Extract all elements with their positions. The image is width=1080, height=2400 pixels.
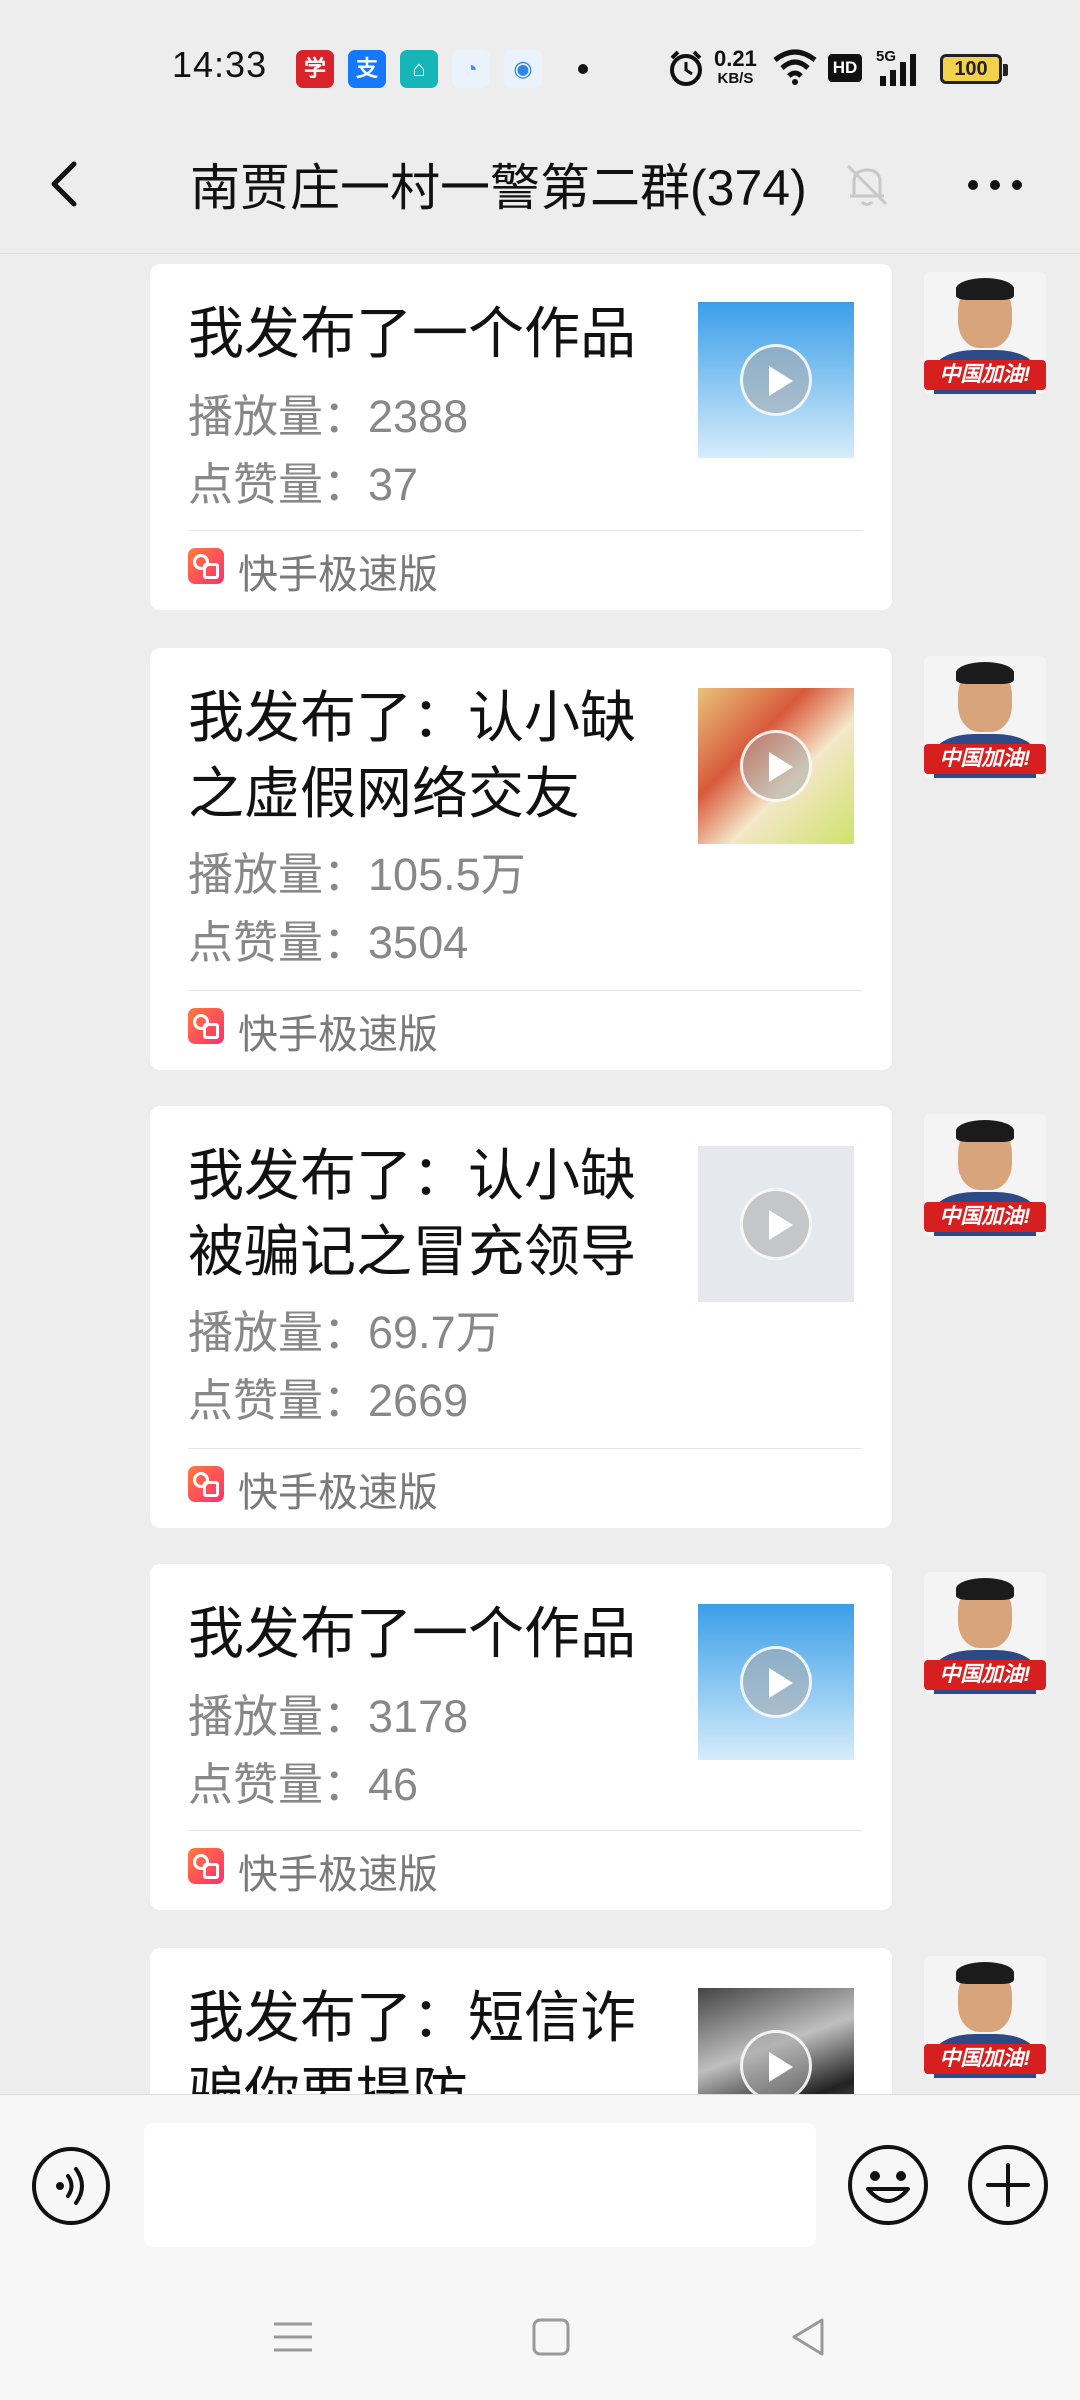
play-icon — [740, 730, 812, 802]
avatar-banner: 中国加油! — [924, 1202, 1046, 1232]
signal-icon — [880, 54, 916, 86]
views-label: 播放量： — [188, 1307, 369, 1358]
plus-button[interactable] — [966, 2143, 1050, 2227]
input-bar — [0, 2094, 1080, 2276]
likes-label: 点赞量： — [188, 1375, 369, 1426]
avatar[interactable]: 中国加油! — [924, 1114, 1046, 1236]
views-stat: 播放量：69.7万 — [188, 1296, 501, 1361]
xuexi-app-icon: 学 — [296, 50, 334, 88]
views-value: 69.7万 — [368, 1307, 501, 1358]
avatar-banner: 中国加油! — [924, 744, 1046, 774]
source-label: 快手极速版 — [238, 1853, 438, 1897]
views-stat: 播放量：2388 — [188, 380, 468, 445]
share-card[interactable]: 我发布了：认小缺被骗记之冒充领导 播放量：69.7万 点赞量：2669 快手极速… — [150, 1106, 892, 1528]
menu-nav-icon[interactable] — [268, 2312, 318, 2362]
views-value: 2388 — [368, 391, 469, 442]
views-value: 3178 — [368, 1691, 469, 1742]
share-card[interactable]: 我发布了一个作品 播放量：2388 点赞量：37 快手极速版 — [150, 264, 892, 610]
alarm-icon — [670, 50, 702, 86]
video-thumbnail[interactable] — [698, 688, 854, 844]
hd-badge: HD — [828, 54, 862, 82]
source-label: 快手极速版 — [238, 1471, 438, 1515]
views-stat: 播放量：105.5万 — [188, 838, 526, 903]
share-card[interactable]: 我发布了一个作品 播放量：3178 点赞量：46 快手极速版 — [150, 1564, 892, 1910]
card-divider — [188, 990, 862, 991]
likes-value: 2669 — [368, 1375, 469, 1426]
status-bar: 14:33 学 支 ⌂ ◔ ◉ 0.21 KB/S HD 5G 100 — [0, 0, 1080, 120]
status-time: 14:33 — [172, 44, 268, 85]
circle-app-icon: ◉ — [504, 50, 542, 88]
likes-stat: 点赞量：2669 — [188, 1364, 468, 1429]
share-card[interactable]: 我发布了：认小缺之虚假网络交友 播放量：105.5万 点赞量：3504 快手极速… — [150, 648, 892, 1070]
views-label: 播放量： — [188, 1691, 369, 1742]
kuaishou-icon — [188, 548, 224, 584]
notification-dot-icon — [578, 64, 588, 74]
back-button[interactable] — [36, 154, 96, 214]
avatar-banner: 中国加油! — [924, 2044, 1046, 2074]
card-divider — [188, 1448, 862, 1449]
net-speed: 0.21 KB/S — [714, 46, 757, 88]
likes-stat: 点赞量：37 — [188, 448, 418, 513]
video-thumbnail[interactable] — [698, 302, 854, 458]
play-icon — [740, 344, 812, 416]
views-label: 播放量： — [188, 391, 369, 442]
kuaishou-icon — [188, 1008, 224, 1044]
card-title: 我发布了一个作品 — [188, 302, 636, 365]
share-card[interactable]: 我发布了：短信诈骗你要提防 — [150, 1948, 892, 2095]
kuaishou-icon — [188, 1848, 224, 1884]
emoji-button[interactable] — [846, 2143, 930, 2227]
chat-header: 南贾庄一村一警第二群(374) — [0, 120, 1080, 254]
likes-stat: 点赞量：46 — [188, 1748, 418, 1813]
card-title: 我发布了：认小缺被骗记之冒充领导 — [188, 1144, 636, 1283]
likes-value: 46 — [368, 1759, 419, 1810]
avatar[interactable]: 中国加油! — [924, 1572, 1046, 1694]
avatar-banner: 中国加油! — [924, 1660, 1046, 1690]
card-divider — [188, 530, 862, 531]
chat-title: 南贾庄一村一警第二群(374) — [190, 160, 807, 216]
net-speed-unit: KB/S — [717, 70, 754, 87]
video-thumbnail[interactable] — [698, 1988, 854, 2095]
likes-label: 点赞量： — [188, 917, 369, 968]
chat-message-list[interactable]: 我发布了一个作品 播放量：2388 点赞量：37 快手极速版 中国加油! 我发布… — [0, 255, 1080, 2095]
voice-button[interactable] — [30, 2145, 112, 2227]
source-label: 快手极速版 — [238, 553, 438, 597]
avatar[interactable]: 中国加油! — [924, 656, 1046, 778]
mute-bell-icon — [846, 164, 888, 206]
home-nav-icon[interactable] — [526, 2312, 576, 2362]
views-value: 105.5万 — [368, 849, 526, 900]
system-nav-bar — [0, 2276, 1080, 2400]
likes-label: 点赞量： — [188, 459, 369, 510]
video-thumbnail[interactable] — [698, 1146, 854, 1302]
video-thumbnail[interactable] — [698, 1604, 854, 1760]
card-title: 我发布了：短信诈骗你要提防 — [188, 1986, 636, 2095]
wifi-icon — [773, 49, 817, 85]
battery-icon: 100 — [940, 54, 1008, 84]
play-icon — [740, 1188, 812, 1260]
views-label: 播放量： — [188, 849, 369, 900]
play-icon — [740, 1646, 812, 1718]
source-label: 快手极速版 — [238, 1013, 438, 1057]
likes-label: 点赞量： — [188, 1759, 369, 1810]
play-icon — [740, 2030, 812, 2095]
views-stat: 播放量：3178 — [188, 1680, 468, 1745]
avatar[interactable]: 中国加油! — [924, 1956, 1046, 2078]
home-app-icon: ⌂ — [400, 50, 438, 88]
likes-value: 37 — [368, 459, 419, 510]
avatar[interactable]: 中国加油! — [924, 272, 1046, 394]
net-speed-value: 0.21 — [714, 46, 757, 71]
likes-value: 3504 — [368, 917, 469, 968]
card-title: 我发布了：认小缺之虚假网络交友 — [188, 686, 636, 825]
more-button[interactable] — [960, 160, 1030, 210]
likes-stat: 点赞量：3504 — [188, 906, 468, 971]
message-input[interactable] — [144, 2123, 816, 2247]
avatar-banner: 中国加油! — [924, 360, 1046, 390]
back-nav-icon[interactable] — [784, 2312, 834, 2362]
browser-app-icon: ◔ — [452, 50, 490, 88]
card-divider — [188, 1830, 862, 1831]
kuaishou-icon — [188, 1466, 224, 1502]
alipay-app-icon: 支 — [348, 50, 386, 88]
card-title: 我发布了一个作品 — [188, 1602, 636, 1665]
